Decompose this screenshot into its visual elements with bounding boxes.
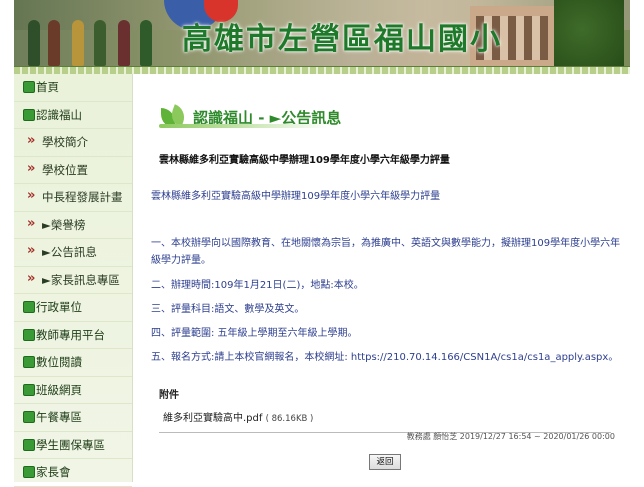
banner-figure — [140, 20, 152, 66]
sidebar-item-about[interactable]: 認識福山 — [14, 102, 132, 129]
sidebar-item-class-pages[interactable]: 班級網頁 — [14, 377, 132, 404]
post-paragraph: 二、辦理時間:109年1月21日(二)，地點:本校。 — [151, 280, 364, 291]
banner-tree — [554, 0, 624, 74]
heading-underline — [159, 124, 329, 128]
back-button[interactable]: 返回 — [369, 454, 401, 470]
post-meta: 教務處 顏怡芝 2019/12/27 16:54 ~ 2020/01/26 00… — [406, 432, 615, 441]
banner-figure — [94, 20, 106, 66]
main-content: 認識福山 - ►公告訊息 雲林縣維多利亞實驗高級中學辦理109學年度小學六年級學… — [133, 74, 630, 482]
section-heading: 認識福山 - ►公告訊息 — [159, 104, 341, 130]
sidebar-item-development-plan[interactable]: 中長程發展計畫 — [14, 183, 132, 212]
sidebar-item-admin-units[interactable]: 行政單位 — [14, 294, 132, 322]
sidebar-item-lunch[interactable]: 午餐專區 — [14, 404, 132, 432]
attachment-item: 維多利亞實驗高中.pdf ( 86.16KB ) — [163, 409, 313, 424]
header-banner: 高雄市左營區福山國小 — [14, 0, 630, 74]
banner-figure — [48, 20, 60, 66]
banner-figure — [72, 20, 84, 66]
sidebar-item-announcements[interactable]: ►公告訊息 — [14, 238, 132, 267]
sidebar-menu: 首頁 認識福山 學校簡介 學校位置 中長程發展計畫 ►榮譽榜 ►公告訊息 ►家長… — [14, 74, 132, 487]
post-title: 雲林縣維多利亞實驗高級中學辦理109學年度小學六年級學力評量 — [159, 155, 450, 166]
site-title[interactable]: 高雄市左營區福山國小 — [182, 14, 502, 58]
sidebar: 首頁 認識福山 學校簡介 學校位置 中長程發展計畫 ►榮譽榜 ►公告訊息 ►家長… — [14, 74, 133, 487]
sidebar-item-parent-news[interactable]: ►家長訊息專區 — [14, 266, 132, 294]
banner-figure — [118, 20, 130, 66]
attachment-link[interactable]: 維多利亞實驗高中.pdf — [163, 413, 262, 424]
post-paragraph: 一、本校辦學向以國際教育、在地關懷為宗旨，為推廣中、英語文與數學能力，擬辦理10… — [151, 238, 621, 266]
sidebar-item-student-insurance[interactable]: 學生團保專區 — [14, 432, 132, 459]
attachment-size: ( 86.16KB ) — [265, 414, 314, 424]
sidebar-item-teacher-platform[interactable]: 教師專用平台 — [14, 322, 132, 349]
sidebar-item-school-location[interactable]: 學校位置 — [14, 156, 132, 184]
post-paragraph: 三、評量科目:語文、數學及英文。 — [151, 304, 305, 315]
attachment-heading: 附件 — [159, 390, 179, 401]
post-paragraph: 四、評量範圍: 五年級上學期至六年級上學期。 — [151, 328, 358, 339]
sidebar-item-digital-reading[interactable]: 數位閱讀 — [14, 349, 132, 377]
post-paragraph: 五、報名方式:請上本校官網報名，本校網址: https://210.70.14.… — [151, 352, 619, 363]
sidebar-item-home[interactable]: 首頁 — [14, 74, 132, 102]
sidebar-item-honor-roll[interactable]: ►榮譽榜 — [14, 211, 132, 239]
sidebar-item-parent-association[interactable]: 家長會 — [14, 459, 132, 487]
banner-figure — [28, 20, 40, 66]
post-lead: 雲林縣維多利亞實驗高級中學辦理109學年度小學六年級學力評量 — [151, 191, 441, 202]
sidebar-item-school-intro[interactable]: 學校簡介 — [14, 128, 132, 157]
